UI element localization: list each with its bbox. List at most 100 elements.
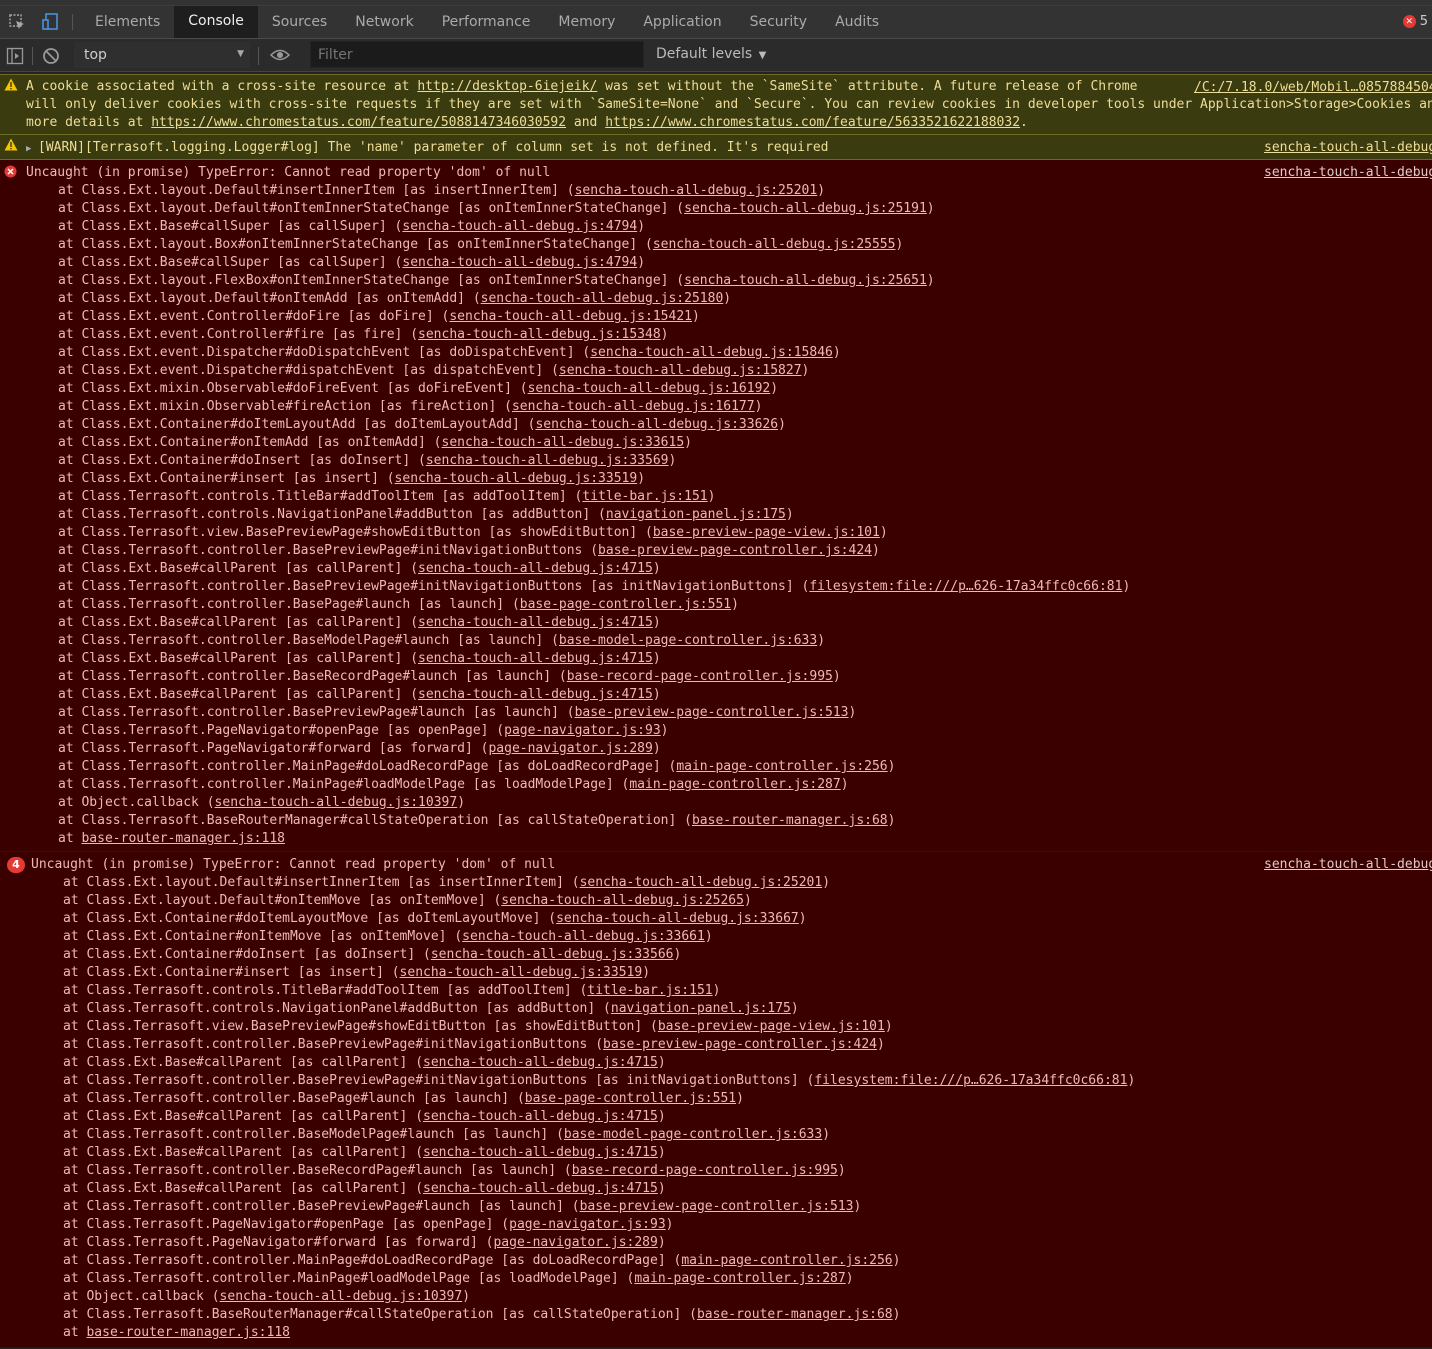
stack-frame-link[interactable]: page-navigator.js:289 xyxy=(493,1235,657,1250)
context-select[interactable]: top ▼ xyxy=(74,42,250,68)
stack-frame: at Class.Terrasoft.PageNavigator#forward… xyxy=(0,1234,1432,1252)
stack-frame-link[interactable]: base-router-manager.js:118 xyxy=(86,1325,290,1340)
stack-frame-link[interactable]: base-preview-page-controller.js:424 xyxy=(603,1037,877,1052)
tab-elements[interactable]: Elements xyxy=(81,6,174,38)
stack-frame-link[interactable]: base-model-page-controller.js:633 xyxy=(564,1127,822,1142)
stack-frame-link[interactable]: sencha-touch-all-debug.js:4794 xyxy=(402,255,637,270)
cookie-resource-link[interactable]: http://desktop-6iejeik/ xyxy=(417,79,597,94)
stack-frame: at Class.Terrasoft.controller.MainPage#d… xyxy=(0,758,1432,776)
stack-frame-link[interactable]: page-navigator.js:93 xyxy=(509,1217,666,1232)
stack-frame-link[interactable]: sencha-touch-all-debug.js:4715 xyxy=(418,561,653,576)
stack-frame-text: at Object.callback ( xyxy=(58,795,215,810)
stack-frame-link[interactable]: sencha-touch-all-debug.js:10397 xyxy=(215,795,458,810)
stack-frame-link[interactable]: base-preview-page-controller.js:513 xyxy=(580,1199,854,1214)
source-link[interactable]: /C:/7.18.0/web/Mobil…08578845048 xyxy=(1194,79,1432,97)
stack-frame-link[interactable]: page-navigator.js:93 xyxy=(504,723,661,738)
stack-frame-link[interactable]: navigation-panel.js:175 xyxy=(606,507,786,522)
stack-frame-link[interactable]: sencha-touch-all-debug.js:4715 xyxy=(423,1181,658,1196)
stack-frame-link[interactable]: sencha-touch-all-debug.js:15348 xyxy=(418,327,661,342)
stack-frame-link[interactable]: sencha-touch-all-debug.js:33569 xyxy=(426,453,669,468)
chromestatus-link-1[interactable]: https://www.chromestatus.com/feature/508… xyxy=(151,115,566,130)
tab-audits[interactable]: Audits xyxy=(821,6,893,38)
error-counter[interactable]: ✕ 5 xyxy=(1402,14,1428,29)
stack-frame-link[interactable]: main-page-controller.js:256 xyxy=(676,759,887,774)
stack-frame-link[interactable]: sencha-touch-all-debug.js:15421 xyxy=(449,309,692,324)
stack-frame-link[interactable]: sencha-touch-all-debug.js:33661 xyxy=(462,929,705,944)
stack-frame-suffix: ) xyxy=(457,795,466,810)
expand-triangle-icon[interactable]: ▶ xyxy=(26,140,38,158)
stack-frame-suffix: ) xyxy=(660,327,669,342)
stack-frame-link[interactable]: sencha-touch-all-debug.js:15827 xyxy=(559,363,802,378)
stack-frame-link[interactable]: sencha-touch-all-debug.js:33667 xyxy=(556,911,799,926)
stack-frame-link[interactable]: sencha-touch-all-debug.js:33626 xyxy=(535,417,778,432)
stack-frame-link[interactable]: sencha-touch-all-debug.js:15846 xyxy=(590,345,833,360)
source-link[interactable]: sencha-touch-all-debug.js:2040 xyxy=(1264,139,1432,157)
tab-sources[interactable]: Sources xyxy=(258,6,341,38)
tab-console[interactable]: Console xyxy=(174,6,258,38)
stack-frame-link[interactable]: main-page-controller.js:287 xyxy=(629,777,840,792)
warning-text[interactable]: ▶ [WARN][Terrasoft.logging.Logger#log] Th… xyxy=(0,139,1432,158)
stack-frame-link[interactable]: base-preview-page-controller.js:424 xyxy=(598,543,872,558)
stack-frame-link[interactable]: sencha-touch-all-debug.js:16192 xyxy=(528,381,771,396)
stack-frame-link[interactable]: sencha-touch-all-debug.js:33566 xyxy=(431,947,674,962)
stack-frame-link[interactable]: sencha-touch-all-debug.js:25191 xyxy=(684,201,927,216)
chromestatus-link-2[interactable]: https://www.chromestatus.com/feature/563… xyxy=(605,115,1020,130)
clear-console-icon[interactable] xyxy=(42,47,60,69)
stack-frame-link[interactable]: base-router-manager.js:118 xyxy=(81,831,285,846)
device-toolbar-icon[interactable] xyxy=(34,6,68,38)
stack-frame-link[interactable]: sencha-touch-all-debug.js:4715 xyxy=(418,615,653,630)
stack-frame-link[interactable]: sencha-touch-all-debug.js:33519 xyxy=(400,965,643,980)
stack-frame-link[interactable]: base-preview-page-view.js:101 xyxy=(658,1019,885,1034)
stack-frame-link[interactable]: sencha-touch-all-debug.js:16177 xyxy=(512,399,755,414)
tab-memory[interactable]: Memory xyxy=(544,6,629,38)
stack-frame-link[interactable]: filesystem:file:///p…626-17a34ffc0c66:81 xyxy=(814,1073,1127,1088)
stack-frame-link[interactable]: sencha-touch-all-debug.js:4715 xyxy=(423,1055,658,1070)
stack-frame-suffix: ) xyxy=(790,1001,799,1016)
stack-frame-suffix: ) xyxy=(832,669,841,684)
stack-frame-link[interactable]: main-page-controller.js:287 xyxy=(634,1271,845,1286)
stack-frame-link[interactable]: title-bar.js:151 xyxy=(582,489,707,504)
tab-security[interactable]: Security xyxy=(736,6,822,38)
stack-frame-link[interactable]: base-router-manager.js:68 xyxy=(692,813,888,828)
stack-frame-link[interactable]: base-router-manager.js:68 xyxy=(697,1307,893,1322)
stack-frame-link[interactable]: base-preview-page-view.js:101 xyxy=(653,525,880,540)
sidebar-toggle-icon[interactable] xyxy=(6,47,24,69)
stack-frame-link[interactable]: sencha-touch-all-debug.js:25555 xyxy=(653,237,896,252)
tab-network[interactable]: Network xyxy=(341,6,427,38)
stack-frame-link[interactable]: sencha-touch-all-debug.js:25180 xyxy=(481,291,724,306)
stack-frame-link[interactable]: title-bar.js:151 xyxy=(587,983,712,998)
stack-frame-link[interactable]: sencha-touch-all-debug.js:4715 xyxy=(418,687,653,702)
stack-frame-link[interactable]: base-page-controller.js:551 xyxy=(525,1091,736,1106)
stack-frame-link[interactable]: base-record-page-controller.js:995 xyxy=(567,669,833,684)
stack-frame-link[interactable]: sencha-touch-all-debug.js:25265 xyxy=(501,893,744,908)
tab-application[interactable]: Application xyxy=(629,6,735,38)
stack-frame-link[interactable]: base-record-page-controller.js:995 xyxy=(572,1163,838,1178)
stack-frame-link[interactable]: base-page-controller.js:551 xyxy=(520,597,731,612)
stack-frame-link[interactable]: sencha-touch-all-debug.js:33615 xyxy=(442,435,685,450)
stack-frame-link[interactable]: base-model-page-controller.js:633 xyxy=(559,633,817,648)
source-link[interactable]: sencha-touch-all-debug.js:25201 xyxy=(1264,856,1432,874)
stack-frame: at Class.Terrasoft.controls.NavigationPa… xyxy=(0,506,1432,524)
stack-frame: at Class.Terrasoft.controller.MainPage#l… xyxy=(0,776,1432,794)
stack-frame-link[interactable]: navigation-panel.js:175 xyxy=(611,1001,791,1016)
log-levels-dropdown[interactable]: Default levels ▼ xyxy=(656,46,766,62)
stack-frame-link[interactable]: main-page-controller.js:256 xyxy=(681,1253,892,1268)
stack-frame-link[interactable]: base-preview-page-controller.js:513 xyxy=(575,705,849,720)
stack-frame: at Class.Ext.mixin.Observable#doFireEven… xyxy=(0,380,1432,398)
eye-icon[interactable] xyxy=(269,47,291,67)
stack-frame-link[interactable]: sencha-touch-all-debug.js:25201 xyxy=(575,183,818,198)
stack-frame-link[interactable]: sencha-touch-all-debug.js:10397 xyxy=(220,1289,463,1304)
stack-frame-link[interactable]: sencha-touch-all-debug.js:4794 xyxy=(402,219,637,234)
stack-frame-link[interactable]: sencha-touch-all-debug.js:25651 xyxy=(684,273,927,288)
inspect-icon[interactable] xyxy=(0,6,34,38)
filter-input[interactable] xyxy=(310,41,644,68)
stack-frame-link[interactable]: filesystem:file:///p…626-17a34ffc0c66:81 xyxy=(809,579,1122,594)
stack-frame-link[interactable]: sencha-touch-all-debug.js:4715 xyxy=(423,1145,658,1160)
stack-frame-link[interactable]: sencha-touch-all-debug.js:33519 xyxy=(395,471,638,486)
source-link[interactable]: sencha-touch-all-debug.js:25201 xyxy=(1264,164,1432,182)
tab-performance[interactable]: Performance xyxy=(428,6,545,38)
stack-frame-link[interactable]: sencha-touch-all-debug.js:4715 xyxy=(423,1109,658,1124)
stack-frame-link[interactable]: sencha-touch-all-debug.js:4715 xyxy=(418,651,653,666)
stack-frame-link[interactable]: page-navigator.js:289 xyxy=(488,741,652,756)
stack-frame-link[interactable]: sencha-touch-all-debug.js:25201 xyxy=(580,875,823,890)
